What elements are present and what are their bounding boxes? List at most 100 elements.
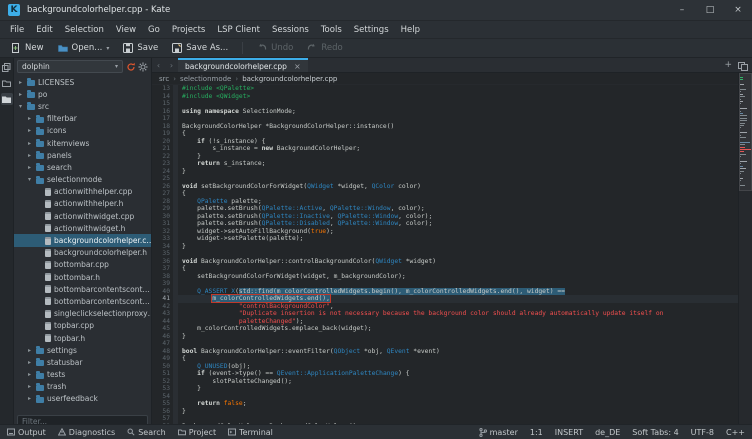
expander-icon[interactable] [26,395,33,402]
code-line[interactable]: 36void BackgroundColorHelper::controlBac… [152,258,738,266]
code-area[interactable]: 13#include <QPalette>14#include <QWidget… [152,85,738,424]
breadcrumb-selectionmode[interactable]: selectionmode [180,75,231,83]
tree-item-src[interactable]: src [14,100,151,112]
expander-icon[interactable] [17,79,24,86]
menu-file[interactable]: File [4,23,30,37]
line-number[interactable]: 31 [152,220,173,228]
tab-backgroundcolorhelper[interactable]: backgroundcolorhelper.cpp [178,58,308,72]
line-number[interactable]: 43 [152,310,173,318]
cursor-position[interactable]: 1:1 [530,428,543,437]
redo-button[interactable]: Redo [302,42,347,54]
tree-item-bottombar-h[interactable]: bottombar.h [14,271,151,283]
code-line[interactable]: 26void setBackgroundColorForWidget(QWidg… [152,183,738,191]
line-number[interactable]: 29 [152,205,173,213]
line-number[interactable]: 52 [152,378,173,386]
expander-icon[interactable] [26,127,33,134]
code-line[interactable]: 24} [152,168,738,176]
expander-icon[interactable] [26,176,33,183]
code-line[interactable]: 35 [152,250,738,258]
toggle-output[interactable]: Output [7,428,46,437]
line-number[interactable]: 40 [152,288,173,296]
line-number[interactable]: 56 [152,408,173,416]
tree-item-actionwithwidget-h[interactable]: actionwithwidget.h [14,222,151,234]
line-number[interactable]: 30 [152,213,173,221]
tree-item-topbar-cpp[interactable]: topbar.cpp [14,320,151,332]
tree-item-trash[interactable]: trash [14,381,151,393]
save-button[interactable]: Save [118,42,163,54]
expander-icon[interactable] [17,91,24,98]
toggle-search[interactable]: Search [127,428,165,437]
code-line[interactable]: 54 [152,393,738,401]
code-line[interactable]: 23 return s_instance; [152,160,738,168]
line-number[interactable]: 35 [152,250,173,258]
git-branch-indicator[interactable]: master [479,428,518,437]
line-number[interactable]: 54 [152,393,173,401]
breadcrumb-src[interactable]: src [159,75,169,83]
code-line[interactable]: 22 } [152,153,738,161]
code-line[interactable]: 42 "controlBackgroundColor", [152,303,738,311]
code-line[interactable]: 28 QPalette palette; [152,198,738,206]
line-number[interactable]: 27 [152,190,173,198]
line-number[interactable]: 55 [152,400,173,408]
line-number[interactable]: 15 [152,100,173,108]
minimize-icon[interactable] [676,5,688,15]
code-line[interactable]: 31 palette.setBrush(QPalette::Disabled, … [152,220,738,228]
line-number[interactable]: 21 [152,145,173,153]
line-number[interactable]: 39 [152,280,173,288]
tree-item-bottombarcontentscont[interactable]: bottombarcontentscont… [14,295,151,307]
undo-button[interactable]: Undo [252,42,298,54]
expander-icon[interactable] [26,115,33,122]
tab-settings[interactable]: Soft Tabs: 4 [632,428,678,437]
tab-close-icon[interactable] [294,62,301,71]
tree-item-filterbar[interactable]: filterbar [14,113,151,125]
menu-edit[interactable]: Edit [30,23,58,37]
line-number[interactable]: 41 [152,295,173,303]
line-number[interactable]: 50 [152,363,173,371]
reload-project-button[interactable] [126,57,136,76]
code-line[interactable]: 20 if (!s_instance) { [152,138,738,146]
code-line[interactable]: 51 if (event->type() == QEvent::Applicat… [152,370,738,378]
minimap-viewport[interactable] [739,73,752,191]
line-number[interactable]: 45 [152,325,173,333]
code-line[interactable]: 45 m_colorControlledWidgets.emplace_back… [152,325,738,333]
tab-scroll-left-icon[interactable] [152,58,165,72]
line-number[interactable]: 48 [152,348,173,356]
code-line[interactable]: 25 [152,175,738,183]
line-number[interactable]: 16 [152,108,173,116]
tree-item-statusbar[interactable]: statusbar [14,356,151,368]
menu-tools[interactable]: Tools [315,23,348,37]
tab-scroll-right-icon[interactable] [165,58,178,72]
code-line[interactable]: 39 [152,280,738,288]
tree-item-userfeedback[interactable]: userfeedback [14,393,151,405]
line-number[interactable]: 49 [152,355,173,363]
line-number[interactable]: 47 [152,340,173,348]
tree-item-licenses[interactable]: LICENSES [14,76,151,88]
breadcrumb-file[interactable]: backgroundcolorhelper.cpp [242,75,337,83]
code-line[interactable]: 44 paletteChanged"); [152,318,738,326]
tree-item-bottombar-cpp[interactable]: bottombar.cpp [14,259,151,271]
new-button[interactable]: New [6,42,49,54]
code-line[interactable]: 46} [152,333,738,341]
code-line[interactable]: 33 widget->setPalette(palette); [152,235,738,243]
line-number[interactable]: 46 [152,333,173,341]
expander-icon[interactable] [26,371,33,378]
expander-icon[interactable] [26,359,33,366]
code-line[interactable]: 13#include <QPalette> [152,85,738,93]
encoding[interactable]: UTF-8 [691,428,714,437]
code-line[interactable]: 47 [152,340,738,348]
line-number[interactable]: 37 [152,265,173,273]
line-number[interactable]: 17 [152,115,173,123]
line-number[interactable]: 34 [152,243,173,251]
code-line[interactable]: 18BackgroundColorHelper *BackgroundColor… [152,123,738,131]
project-selector[interactable]: dolphin ▾ [17,60,123,73]
code-line[interactable]: 27{ [152,190,738,198]
line-number[interactable]: 57 [152,415,173,423]
line-number[interactable]: 51 [152,370,173,378]
expander-icon[interactable] [26,383,33,390]
tree-item-panels[interactable]: panels [14,149,151,161]
menu-sessions[interactable]: Sessions [266,23,315,37]
menu-projects[interactable]: Projects [166,23,212,37]
line-number[interactable]: 26 [152,183,173,191]
documents-toolview-button[interactable] [1,61,13,73]
tree-item-actionwithhelper-cpp[interactable]: actionwithhelper.cpp [14,186,151,198]
